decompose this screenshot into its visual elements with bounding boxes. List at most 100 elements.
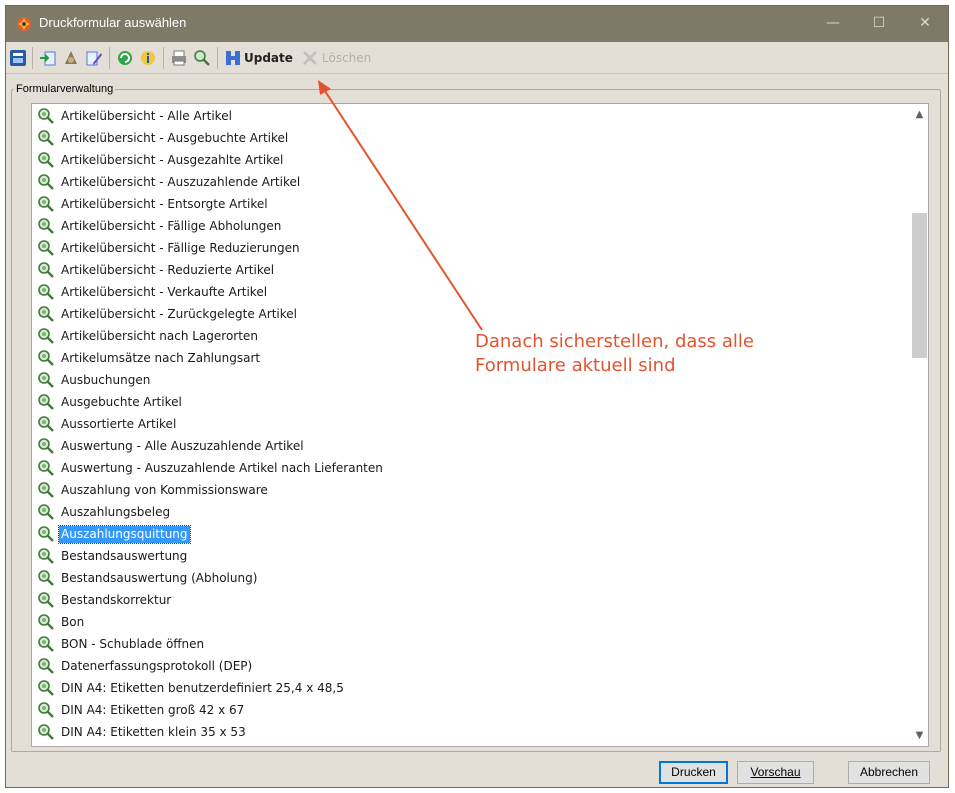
toolbar-separator xyxy=(109,47,110,69)
list-item[interactable]: Datenerfassungsprotokoll (DEP) xyxy=(32,655,911,677)
scroll-up-icon[interactable]: ▲ xyxy=(911,106,928,123)
list-item[interactable]: Bon xyxy=(32,611,911,633)
maximize-button[interactable]: ☐ xyxy=(856,6,902,42)
form-item-icon xyxy=(38,548,54,564)
list-item-label: Auszahlungsbeleg xyxy=(61,505,171,519)
list-item[interactable]: DIN A4: Etiketten klein 35 x 53 (ohne Pr… xyxy=(32,743,911,746)
list-item[interactable]: Artikelübersicht - Auszuzahlende Artikel xyxy=(32,171,911,193)
list-item-label: Artikelübersicht - Verkaufte Artikel xyxy=(61,285,268,299)
list-item-label: Datenerfassungsprotokoll (DEP) xyxy=(61,659,253,673)
list-item[interactable]: Auswertung - Auszuzahlende Artikel nach … xyxy=(32,457,911,479)
list-item[interactable]: DIN A4: Etiketten benutzerdefiniert 25,4… xyxy=(32,677,911,699)
form-item-icon xyxy=(38,196,54,212)
update-button[interactable]: Update xyxy=(244,51,293,65)
list-item[interactable]: Artikelübersicht - Reduzierte Artikel xyxy=(32,259,911,281)
list-item[interactable]: Artikelübersicht - Alle Artikel xyxy=(32,105,911,127)
list-item[interactable]: Ausgebuchte Artikel xyxy=(32,391,911,413)
app-logo-icon xyxy=(17,17,31,31)
form-item-icon xyxy=(38,350,54,366)
toolbar-separator xyxy=(163,47,164,69)
close-button[interactable]: ✕ xyxy=(902,6,948,42)
list-item[interactable]: Artikelübersicht - Zurückgelegte Artikel xyxy=(32,303,911,325)
list-item-label: Auszahlungsquittung xyxy=(58,525,191,544)
scrollbar-thumb[interactable] xyxy=(912,213,927,358)
list-item[interactable]: Artikelübersicht - Ausgezahlte Artikel xyxy=(32,149,911,171)
scroll-down-icon[interactable]: ▼ xyxy=(911,727,928,744)
form-item-icon xyxy=(38,724,54,740)
list-item[interactable]: DIN A4: Etiketten groß 42 x 67 xyxy=(32,699,911,721)
toolbar-separator xyxy=(217,47,218,69)
form-list[interactable]: Artikelübersicht - Alle Artikel Artikelüb… xyxy=(31,103,929,747)
form-item-icon xyxy=(38,504,54,520)
vertical-scrollbar[interactable]: ▲ ▼ xyxy=(911,104,928,746)
cancel-button[interactable]: Abbrechen xyxy=(848,761,930,784)
update-icon[interactable] xyxy=(224,49,242,67)
form-icon[interactable] xyxy=(193,49,211,67)
list-item[interactable]: Ausbuchungen xyxy=(32,369,911,391)
form-item-icon xyxy=(38,218,54,234)
list-item[interactable]: Artikelübersicht - Fällige Abholungen xyxy=(32,215,911,237)
export-icon[interactable] xyxy=(62,49,80,67)
list-item-label: DIN A4: Etiketten benutzerdefiniert 25,4… xyxy=(61,681,344,695)
print-icon[interactable] xyxy=(170,49,188,67)
annotation-line-1: Danach sicherstellen, dass alle xyxy=(475,331,754,352)
list-item[interactable]: Artikelübersicht - Verkaufte Artikel xyxy=(32,281,911,303)
list-item[interactable]: Bestandsauswertung xyxy=(32,545,911,567)
list-item[interactable]: DIN A4: Etiketten klein 35 x 53 xyxy=(32,721,911,743)
list-item[interactable]: Artikelumsätze nach Zahlungsart xyxy=(32,347,911,369)
form-item-icon xyxy=(38,284,54,300)
list-item[interactable]: BON - Schublade öffnen xyxy=(32,633,911,655)
list-item[interactable]: Aussortierte Artikel xyxy=(32,413,911,435)
form-item-icon xyxy=(38,328,54,344)
list-item-label: Artikelumsätze nach Zahlungsart xyxy=(61,351,261,365)
list-item-label: Ausbuchungen xyxy=(61,373,151,387)
form-item-icon xyxy=(38,152,54,168)
toolbar-separator xyxy=(32,47,33,69)
window-title: Druckformular auswählen xyxy=(39,15,187,30)
list-item-label: Artikelübersicht - Zurückgelegte Artikel xyxy=(61,307,297,321)
edit-icon[interactable] xyxy=(85,49,103,67)
list-item-label: BON - Schublade öffnen xyxy=(61,637,205,651)
form-item-icon xyxy=(38,306,54,322)
list-item[interactable]: Artikelübersicht - Entsorgte Artikel xyxy=(32,193,911,215)
list-item-label: Auszahlung von Kommissionsware xyxy=(61,483,268,497)
toolbar: Update Löschen xyxy=(6,42,948,74)
list-item-label: Artikelübersicht - Auszuzahlende Artikel xyxy=(61,175,301,189)
list-item-label: Artikelübersicht - Alle Artikel xyxy=(61,109,232,123)
list-item[interactable]: Bestandsauswertung (Abholung) xyxy=(32,567,911,589)
list-item[interactable]: Artikelübersicht - Ausgebuchte Artikel xyxy=(32,127,911,149)
list-item[interactable]: Artikelübersicht - Fällige Reduzierungen xyxy=(32,237,911,259)
list-item[interactable]: Bestandskorrektur xyxy=(32,589,911,611)
print-button[interactable]: Drucken xyxy=(659,761,728,784)
import-icon[interactable] xyxy=(39,49,57,67)
list-item[interactable]: Auszahlungsquittung xyxy=(32,523,911,545)
list-item-label: Artikelübersicht - Reduzierte Artikel xyxy=(61,263,275,277)
form-item-icon xyxy=(38,570,54,586)
title-bar[interactable]: Druckformular auswählen — ☐ ✕ xyxy=(6,6,948,42)
list-item-label: Ausgebuchte Artikel xyxy=(61,395,182,409)
list-item[interactable]: Artikelübersicht nach Lagerorten xyxy=(32,325,911,347)
annotation-note: Danach sicherstellen, dass alle Formular… xyxy=(475,330,754,378)
info-icon[interactable] xyxy=(139,49,157,67)
list-item-label: DIN A4: Etiketten groß 42 x 67 xyxy=(61,703,245,717)
preview-button[interactable]: Vorschau xyxy=(737,761,814,784)
app-icon[interactable] xyxy=(9,49,27,67)
list-item-label: Artikelübersicht - Ausgezahlte Artikel xyxy=(61,153,284,167)
form-item-icon xyxy=(38,592,54,608)
list-item[interactable]: Auszahlungsbeleg xyxy=(32,501,911,523)
minimize-button[interactable]: — xyxy=(810,6,856,42)
list-item-label: Artikelübersicht - Ausgebuchte Artikel xyxy=(61,131,289,145)
list-item-label: Artikelübersicht - Fällige Abholungen xyxy=(61,219,282,233)
list-item[interactable]: Auswertung - Alle Auszuzahlende Artikel xyxy=(32,435,911,457)
form-item-icon xyxy=(38,174,54,190)
list-item-label: Artikelübersicht - Entsorgte Artikel xyxy=(61,197,268,211)
form-item-icon xyxy=(38,240,54,256)
form-item-icon xyxy=(38,614,54,630)
list-item-label: DIN A4: Etiketten klein 35 x 53 xyxy=(61,725,246,739)
list-item-label: Bestandsauswertung (Abholung) xyxy=(61,571,258,585)
form-list-items: Artikelübersicht - Alle Artikel Artikelüb… xyxy=(32,105,911,746)
form-item-icon xyxy=(38,372,54,388)
list-item[interactable]: Auszahlung von Kommissionsware xyxy=(32,479,911,501)
list-item-label: Aussortierte Artikel xyxy=(61,417,177,431)
refresh-icon[interactable] xyxy=(116,49,134,67)
